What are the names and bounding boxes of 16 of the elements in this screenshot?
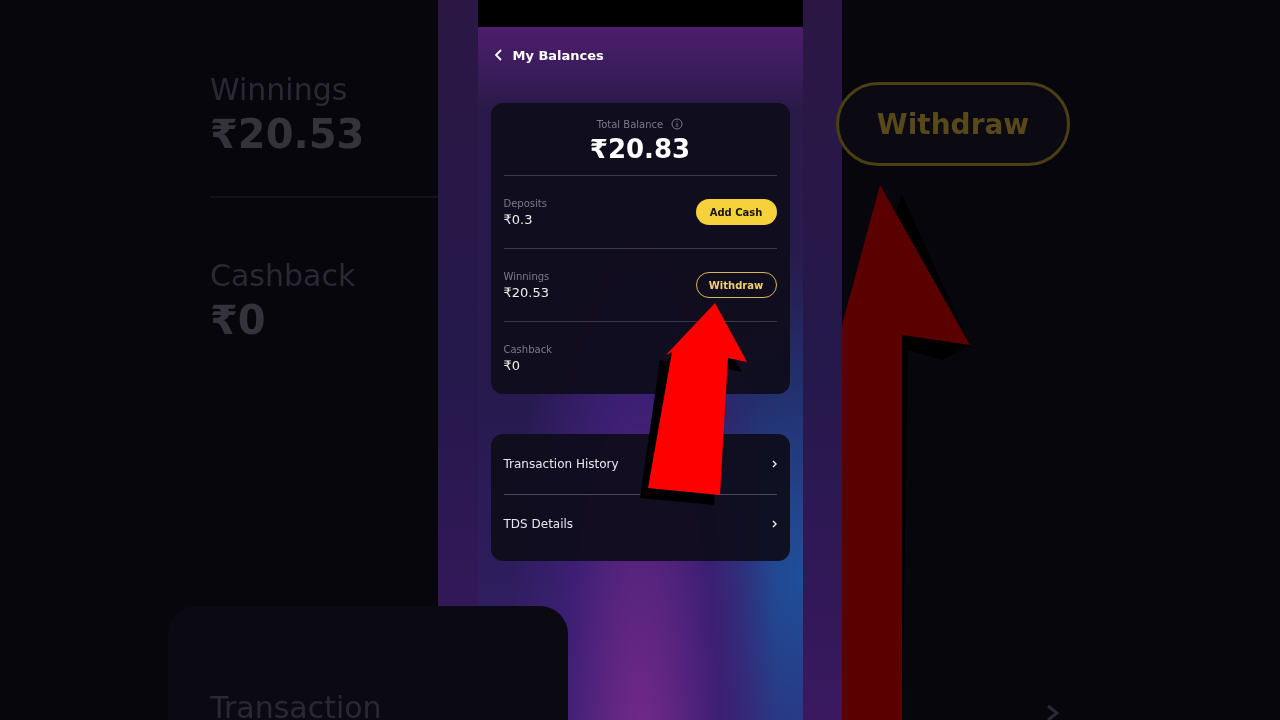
balance-label: Deposits: [503, 197, 547, 209]
add-cash-button[interactable]: Add Cash: [695, 199, 777, 225]
balance-amount: ₹20.53: [503, 284, 550, 300]
info-icon[interactable]: [671, 118, 684, 130]
balance-label: Winnings: [503, 270, 550, 282]
total-balance-label: Total Balance: [596, 118, 664, 130]
back-icon[interactable]: [494, 49, 503, 61]
menu-item[interactable]: TDS Details: [503, 495, 777, 561]
balance-amount: ₹0.3: [503, 211, 534, 227]
chevron-icon: [771, 520, 777, 528]
chevron-icon: [771, 460, 777, 468]
balance-label: Cashback: [503, 343, 552, 355]
total-balance-amount: ₹20.83: [589, 134, 691, 164]
page-title: My Balances: [512, 47, 604, 63]
chevron-icon: [1046, 704, 1060, 720]
balance-amount: ₹0: [503, 357, 522, 373]
